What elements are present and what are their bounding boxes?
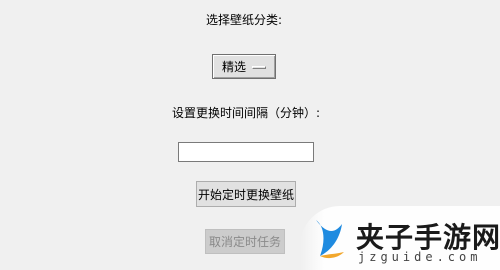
category-selected-value: 精选	[222, 60, 247, 74]
interval-input[interactable]	[178, 142, 314, 162]
category-select[interactable]: 精选	[212, 54, 276, 79]
watermark: 夹子手游网 jzguide.com	[300, 206, 500, 270]
interval-label: 设置更换时间间隔（分钟）:	[172, 106, 321, 120]
start-schedule-button[interactable]: 开始定时更换壁纸	[196, 181, 296, 207]
cancel-schedule-button[interactable]: 取消定时任务	[205, 229, 285, 254]
option-menu-indicator-icon	[252, 66, 266, 69]
watermark-url: jzguide.com	[358, 250, 482, 264]
wallpaper-category-label: 选择壁纸分类:	[206, 13, 283, 27]
site-logo-icon	[316, 220, 344, 259]
